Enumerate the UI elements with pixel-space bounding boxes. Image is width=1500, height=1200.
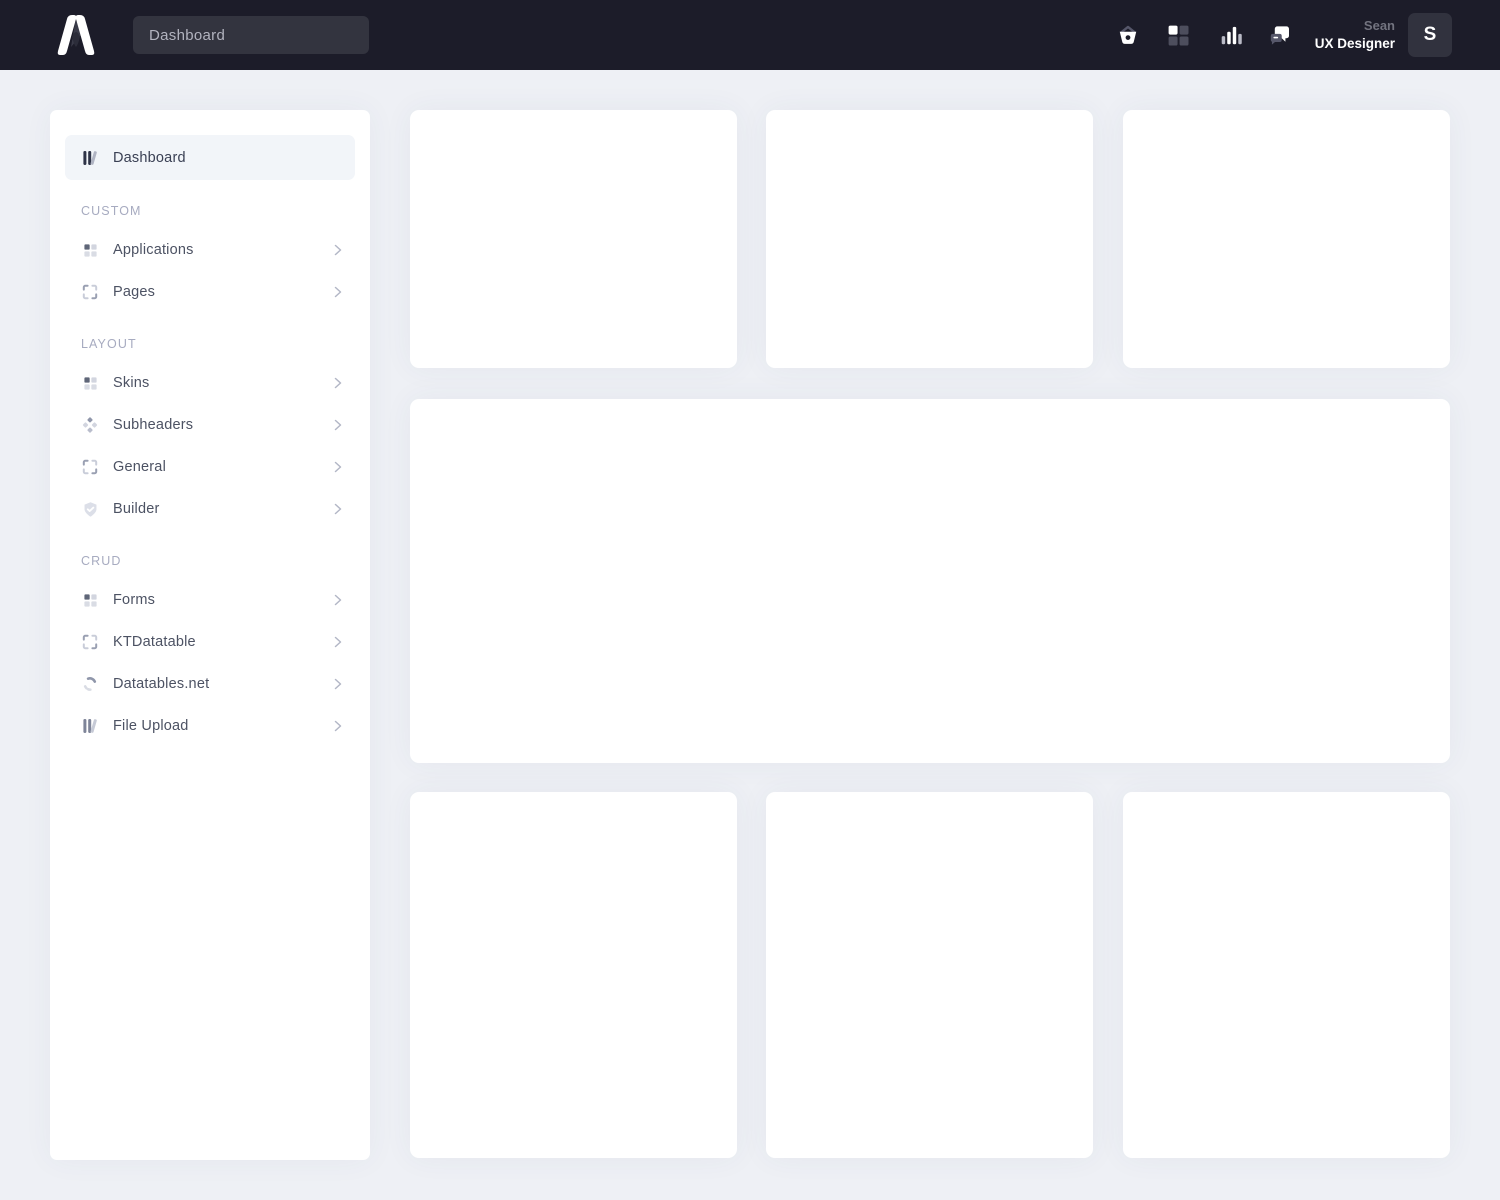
chevron-right-icon	[334, 286, 342, 298]
sidebar-item-subheaders[interactable]: Subheaders	[65, 404, 355, 446]
chevron-right-icon	[334, 461, 342, 473]
sidebar-item-builder[interactable]: Builder	[65, 488, 355, 530]
sidebar-item-general[interactable]: General	[65, 446, 355, 488]
frame-icon	[81, 633, 99, 651]
card-top-1	[410, 110, 737, 368]
grid-icon	[81, 374, 99, 392]
shield-check-icon	[81, 500, 99, 518]
basket-button[interactable]	[1108, 15, 1148, 55]
frame-icon	[81, 458, 99, 476]
diamond-dots-icon	[81, 416, 99, 434]
bookshelf-icon	[81, 149, 99, 167]
sidebar-item-label: Applications	[113, 242, 194, 258]
frame-icon	[81, 283, 99, 301]
card-bottom-2	[766, 792, 1093, 1158]
chat-button[interactable]	[1260, 15, 1300, 55]
chat-icon	[1267, 22, 1293, 48]
sidebar-item-label: Datatables.net	[113, 676, 209, 692]
user-text: Sean UX Designer	[1315, 17, 1395, 53]
sidebar-item-label: File Upload	[113, 718, 189, 734]
card-bottom-3	[1123, 792, 1450, 1158]
bookshelf-icon	[81, 717, 99, 735]
chevron-right-icon	[334, 244, 342, 256]
basket-icon	[1115, 22, 1141, 48]
grid-icon	[81, 241, 99, 259]
user-menu[interactable]: Sean UX Designer S	[1315, 13, 1452, 57]
chevron-right-icon	[334, 594, 342, 606]
chevron-right-icon	[334, 678, 342, 690]
sidebar-item-pages[interactable]: Pages	[65, 271, 355, 313]
sidebar-item-label: Dashboard	[113, 150, 186, 166]
spiral-icon	[81, 675, 99, 693]
header: Dashboard	[0, 0, 1500, 70]
sidebar-item-skins[interactable]: Skins	[65, 362, 355, 404]
avatar[interactable]: S	[1408, 13, 1452, 57]
chevron-right-icon	[334, 503, 342, 515]
grid-icon	[1166, 23, 1191, 48]
grid-button[interactable]	[1158, 15, 1198, 55]
user-name: Sean	[1315, 17, 1395, 35]
chevron-right-icon	[334, 377, 342, 389]
header-menu-dashboard[interactable]: Dashboard	[133, 16, 369, 54]
sidebar-item-label: Skins	[113, 375, 149, 391]
chevron-right-icon	[334, 636, 342, 648]
user-role: UX Designer	[1315, 35, 1395, 53]
sidebar-item-ktdatatable[interactable]: KTDatatable	[65, 621, 355, 663]
sidebar-item-label: Builder	[113, 501, 160, 517]
grid-icon	[81, 591, 99, 609]
chevron-right-icon	[334, 720, 342, 732]
sidebar-item-applications[interactable]: Applications	[65, 229, 355, 271]
bar-chart-button[interactable]	[1212, 15, 1252, 55]
sidebar-item-label: Pages	[113, 284, 155, 300]
card-bottom-1	[410, 792, 737, 1158]
card-top-2	[766, 110, 1093, 368]
sidebar-section-crud: CRUD	[50, 551, 370, 571]
sidebar-item-label: Subheaders	[113, 417, 193, 433]
metronic-m-logo-icon	[50, 13, 102, 57]
sidebar-item-dashboard[interactable]: Dashboard	[65, 135, 355, 180]
sidebar-item-datatables-net[interactable]: Datatables.net	[65, 663, 355, 705]
sidebar-section-custom: CUSTOM	[50, 201, 370, 221]
chevron-right-icon	[334, 419, 342, 431]
sidebar-item-label: KTDatatable	[113, 634, 196, 650]
sidebar-item-label: General	[113, 459, 166, 475]
sidebar-section-layout: LAYOUT	[50, 334, 370, 354]
card-top-3	[1123, 110, 1450, 368]
card-middle-wide	[410, 399, 1450, 763]
sidebar-item-forms[interactable]: Forms	[65, 579, 355, 621]
sidebar-item-file-upload[interactable]: File Upload	[65, 705, 355, 747]
sidebar-item-label: Forms	[113, 592, 155, 608]
bar-chart-icon	[1219, 22, 1245, 48]
sidebar: Dashboard CUSTOM Applications	[50, 110, 370, 1160]
app-logo[interactable]	[50, 13, 102, 57]
